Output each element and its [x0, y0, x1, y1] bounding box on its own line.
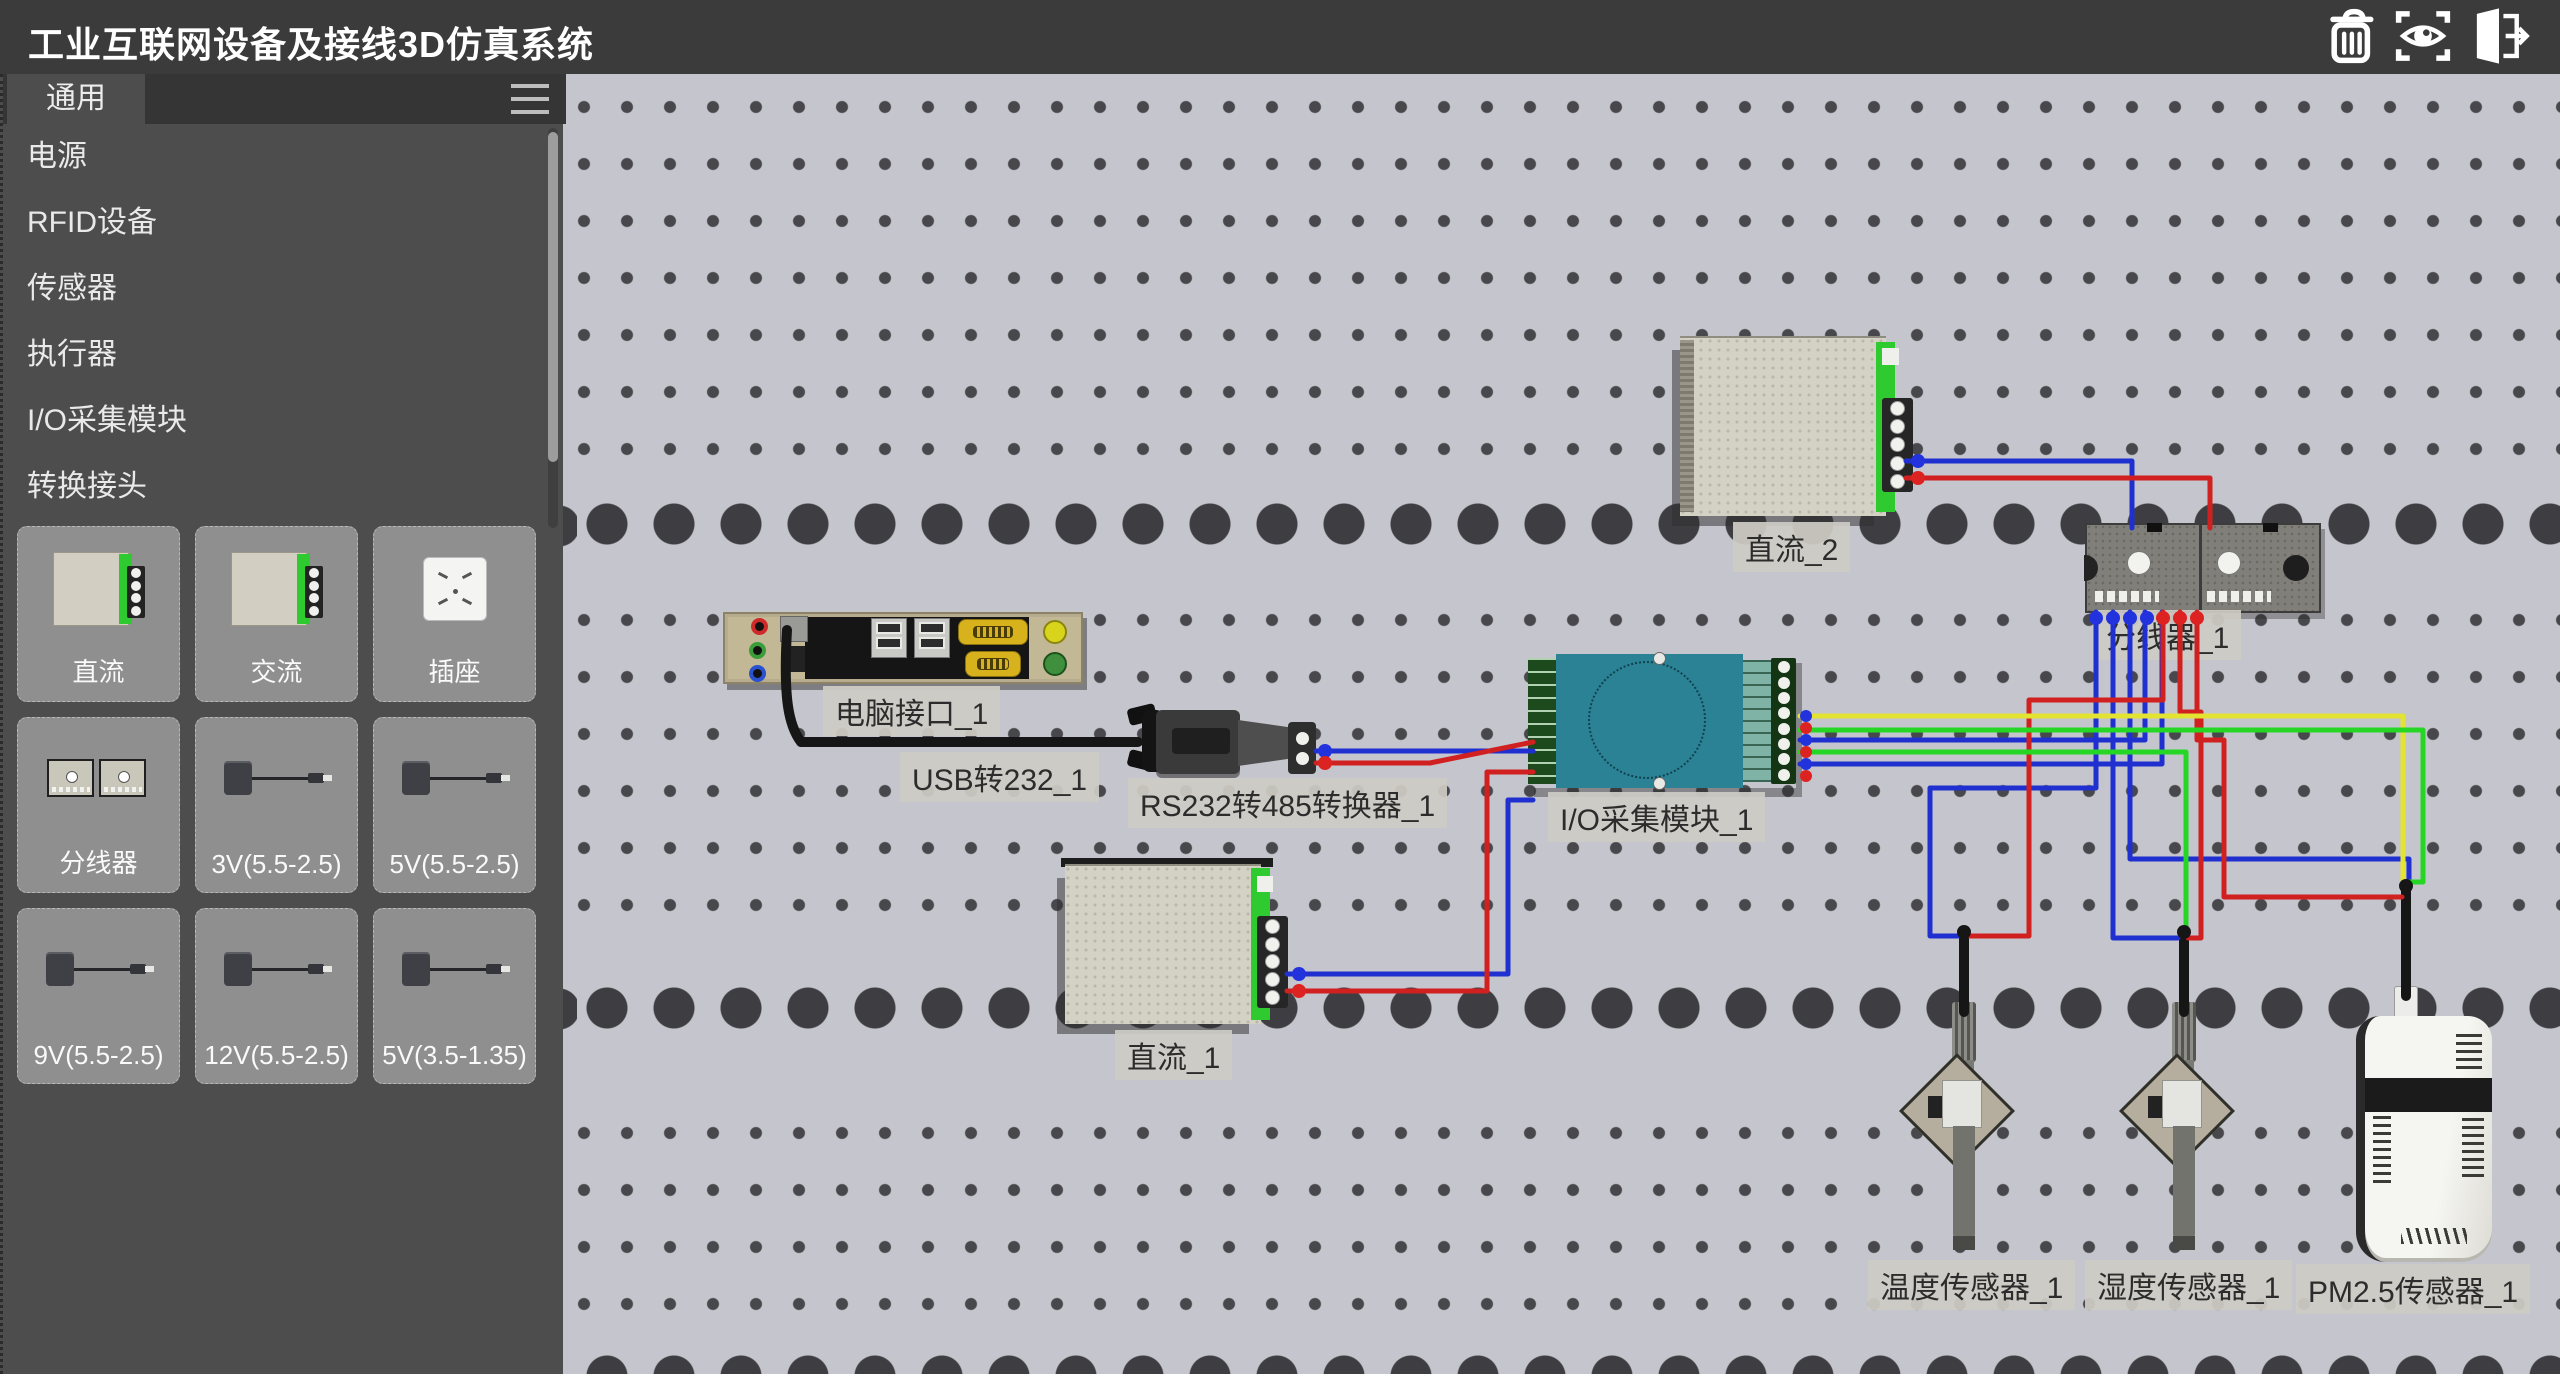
device-temperature-sensor[interactable]: [1898, 1000, 2030, 1266]
trash-icon: [2322, 4, 2384, 68]
exit-button[interactable]: [2468, 4, 2530, 68]
adapter-thumbnail: [216, 759, 338, 801]
adapter-thumbnail: [216, 950, 338, 992]
adapter-thumbnail: [38, 950, 160, 992]
adapter-thumbnail: [394, 950, 516, 992]
game-port: [1043, 620, 1067, 644]
component-grid: 直流 交流 插座 分线器 3V(5.5-2.5): [17, 526, 538, 1084]
view-focus-icon: [2392, 4, 2454, 68]
sidebar-scrollbar-thumb[interactable]: [548, 132, 558, 462]
device-dc-psu-2[interactable]: [1680, 336, 1918, 521]
ac-psu-thumbnail: [231, 552, 323, 626]
view-button[interactable]: [2392, 4, 2454, 68]
category-menu: 电源 RFID设备 传感器 执行器 I/O采集模块 转换接头: [3, 124, 543, 520]
component-card-5v[interactable]: 5V(5.5-2.5): [373, 717, 536, 893]
device-label: USB转232_1: [900, 752, 1099, 802]
menu-item-power[interactable]: 电源: [3, 124, 543, 190]
device-label: 分线器_1: [2094, 610, 2241, 660]
device-label: I/O采集模块_1: [1548, 792, 1765, 842]
menu-icon[interactable]: [511, 84, 551, 116]
app-title: 工业互联网设备及接线3D仿真系统: [28, 16, 594, 68]
audio-jack-blue: [749, 665, 766, 682]
dc-psu-thumbnail: [53, 552, 145, 626]
device-label: 温度传感器_1: [1868, 1260, 2075, 1310]
component-card-dc[interactable]: 直流: [17, 526, 180, 702]
component-sidebar: 通用 电源 RFID设备 传感器 执行器 I/O采集模块 转换接头 直流 交流: [0, 74, 563, 1374]
tab-general[interactable]: 通用: [7, 74, 145, 124]
menu-item-adapter[interactable]: 转换接头: [3, 454, 543, 520]
device-humidity-sensor[interactable]: [2118, 1000, 2250, 1266]
adapter-thumbnail: [394, 759, 516, 801]
audio-jack-green: [749, 642, 766, 659]
device-label: RS232转485转换器_1: [1128, 778, 1447, 828]
component-card-3v[interactable]: 3V(5.5-2.5): [195, 717, 358, 893]
device-pm25-sensor[interactable]: [2356, 1016, 2492, 1262]
lan-port: [785, 646, 805, 672]
component-card-12v[interactable]: 12V(5.5-2.5): [195, 908, 358, 1084]
pegboard-large-holes-row: [563, 1340, 2560, 1374]
component-card-splitter[interactable]: 分线器: [17, 717, 180, 893]
device-splitter[interactable]: [2085, 523, 2321, 613]
device-label: 直流_1: [1115, 1030, 1232, 1080]
serial-port: [958, 619, 1028, 645]
pegboard-large-holes-row: [563, 954, 2560, 1084]
vga-port: [965, 651, 1021, 677]
usb-ports: [914, 618, 950, 658]
delete-button[interactable]: [2322, 4, 2384, 68]
menu-item-actuator[interactable]: 执行器: [3, 322, 543, 388]
component-card-socket[interactable]: 插座: [373, 526, 536, 702]
device-label: 直流_2: [1733, 522, 1850, 572]
menu-item-rfid[interactable]: RFID设备: [3, 190, 543, 256]
device-label: 电脑接口_1: [823, 686, 1000, 736]
audio-jack-red: [751, 618, 768, 635]
title-bar: 工业互联网设备及接线3D仿真系统: [0, 0, 2560, 74]
component-card-5v-135[interactable]: 5V(3.5-1.35): [373, 908, 536, 1084]
device-pc-interface[interactable]: [723, 612, 1083, 684]
component-card-9v[interactable]: 9V(5.5-2.5): [17, 908, 180, 1084]
device-dc-psu-1[interactable]: [1065, 858, 1293, 1028]
app-window: 工业互联网设备及接线3D仿真系统: [0, 0, 2560, 1374]
device-label: 湿度传感器_1: [2085, 1260, 2292, 1310]
ps2-port: [780, 616, 808, 642]
component-card-ac[interactable]: 交流: [195, 526, 358, 702]
round-port: [1043, 652, 1067, 676]
usb-ports: [871, 618, 907, 658]
device-label: PM2.5传感器_1: [2296, 1264, 2530, 1314]
device-io-module[interactable]: [1528, 654, 1796, 788]
splitter-thumbnail: [47, 759, 151, 801]
tab-strip: 通用: [3, 74, 566, 124]
menu-item-sensor[interactable]: 传感器: [3, 256, 543, 322]
socket-thumbnail: [423, 557, 487, 621]
menu-item-io-module[interactable]: I/O采集模块: [3, 388, 543, 454]
exit-icon: [2468, 4, 2530, 68]
